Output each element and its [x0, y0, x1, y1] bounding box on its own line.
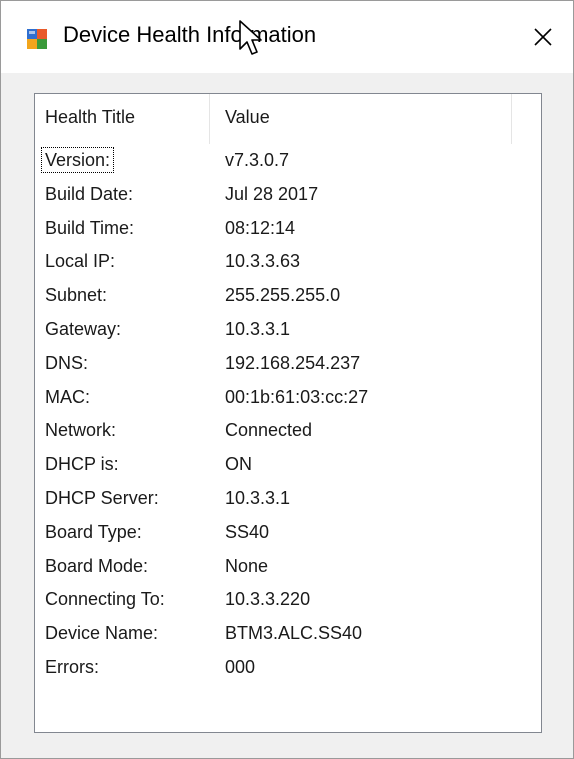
- health-title: DHCP is:: [45, 454, 119, 475]
- health-value: Connected: [225, 420, 313, 441]
- health-value: 08:12:14: [225, 217, 296, 238]
- list-item[interactable]: Subnet: 255.255.255.0: [35, 279, 541, 313]
- list-item[interactable]: Board Type: SS40: [35, 516, 541, 550]
- health-title: Build Time:: [45, 217, 135, 238]
- device-health-window: Device Health Information Health Title V…: [0, 0, 574, 759]
- list-item[interactable]: DHCP Server: 10.3.3.1: [35, 482, 541, 516]
- health-value: 000: [225, 656, 256, 677]
- health-value: 10.3.3.1: [225, 318, 291, 339]
- list-item[interactable]: Build Date: Jul 28 2017: [35, 178, 541, 212]
- app-window-icon: [27, 29, 47, 49]
- health-title: Network:: [45, 420, 117, 441]
- close-button[interactable]: [523, 19, 563, 55]
- health-value: 00:1b:61:03:cc:27: [225, 386, 369, 407]
- health-value: ON: [225, 454, 252, 475]
- column-separator[interactable]: [511, 94, 512, 144]
- list-item[interactable]: Gateway: 10.3.3.1: [35, 313, 541, 347]
- health-value: 192.168.254.237: [225, 352, 361, 373]
- health-title: DNS:: [45, 352, 89, 373]
- list-header: Health Title Value: [35, 94, 541, 144]
- column-header-health-title[interactable]: Health Title: [45, 107, 135, 128]
- list-item[interactable]: DHCP is: ON: [35, 448, 541, 482]
- list-item[interactable]: MAC: 00:1b:61:03:cc:27: [35, 381, 541, 415]
- health-value: None: [225, 555, 269, 576]
- list-item[interactable]: Network: Connected: [35, 414, 541, 448]
- title-bar[interactable]: Device Health Information: [1, 1, 573, 73]
- health-value: v7.3.0.7: [225, 150, 290, 170]
- close-icon: [534, 28, 552, 46]
- health-title: DHCP Server:: [45, 487, 159, 508]
- health-title: Local IP:: [45, 251, 116, 272]
- health-value: 10.3.3.220: [225, 589, 311, 610]
- list-item[interactable]: Board Mode: None: [35, 550, 541, 584]
- health-value: 255.255.255.0: [225, 285, 341, 306]
- list-item[interactable]: DNS: 192.168.254.237: [35, 347, 541, 381]
- health-value: Jul 28 2017: [225, 183, 319, 204]
- list-item[interactable]: Errors: 000: [35, 651, 541, 685]
- list-item[interactable]: Connecting To: 10.3.3.220: [35, 583, 541, 617]
- health-value: 10.3.3.63: [225, 251, 301, 272]
- health-value: SS40: [225, 521, 270, 542]
- health-title: Device Name:: [45, 623, 159, 644]
- list-item[interactable]: Build Time: 08:12:14: [35, 212, 541, 246]
- health-title: Board Mode:: [45, 555, 149, 576]
- health-value: 10.3.3.1: [225, 487, 291, 508]
- list-item[interactable]: Version: v7.3.0.7: [35, 144, 541, 178]
- health-info-list[interactable]: Health Title Value Version: v7.3.0.7 Bui…: [34, 93, 542, 733]
- health-title: Errors:: [45, 656, 99, 677]
- column-separator[interactable]: [209, 94, 210, 144]
- health-title: Subnet:: [45, 285, 108, 306]
- column-header-value[interactable]: Value: [225, 107, 270, 128]
- health-title: Connecting To:: [45, 589, 165, 610]
- health-title: Board Type:: [45, 521, 142, 542]
- health-title: Build Date:: [45, 183, 134, 204]
- health-title: Gateway:: [45, 318, 122, 339]
- health-title: MAC:: [45, 386, 90, 407]
- health-title: Version:: [40, 147, 115, 173]
- window-title: Device Health Information: [63, 22, 317, 47]
- list-rows: Version: v7.3.0.7 Build Date: Jul 28 201…: [35, 144, 541, 685]
- list-item[interactable]: Device Name: BTM3.ALC.SS40: [35, 617, 541, 651]
- health-value: BTM3.ALC.SS40: [225, 623, 363, 644]
- list-item[interactable]: Local IP: 10.3.3.63: [35, 245, 541, 279]
